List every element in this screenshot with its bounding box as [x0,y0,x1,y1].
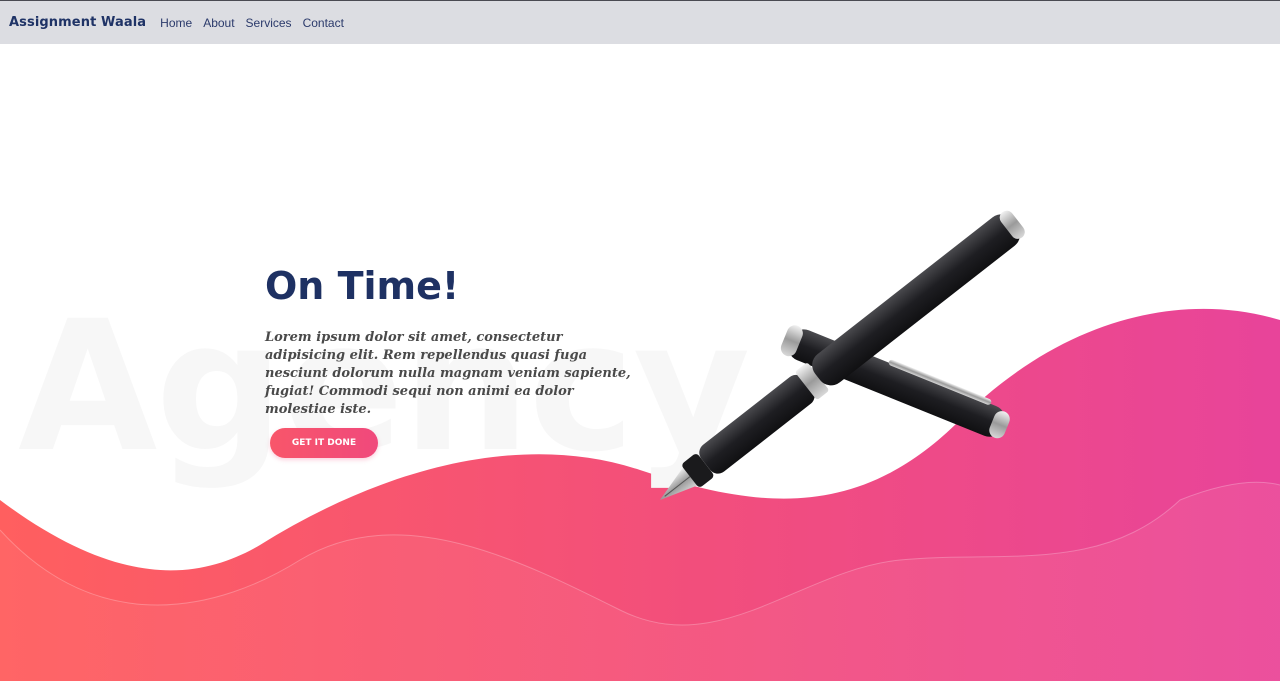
get-it-done-button[interactable]: GET IT DONE [270,428,378,458]
nav-links: Home About Services Contact [160,16,355,30]
fountain-pen-icon [660,210,1025,500]
hero-description: Lorem ipsum dolor sit amet, consectetur … [265,330,631,417]
nav-link-about[interactable]: About [203,16,234,30]
nav-link-home[interactable]: Home [160,16,192,30]
navbar: Assignment Waala Home About Services Con… [0,0,1280,44]
nav-link-services[interactable]: Services [246,16,292,30]
hero-title: On Time! [265,264,460,308]
nav-link-contact[interactable]: Contact [303,16,344,30]
brand-logo[interactable]: Assignment Waala [9,15,146,30]
page: Assignment Waala Home About Services Con… [0,0,1280,681]
